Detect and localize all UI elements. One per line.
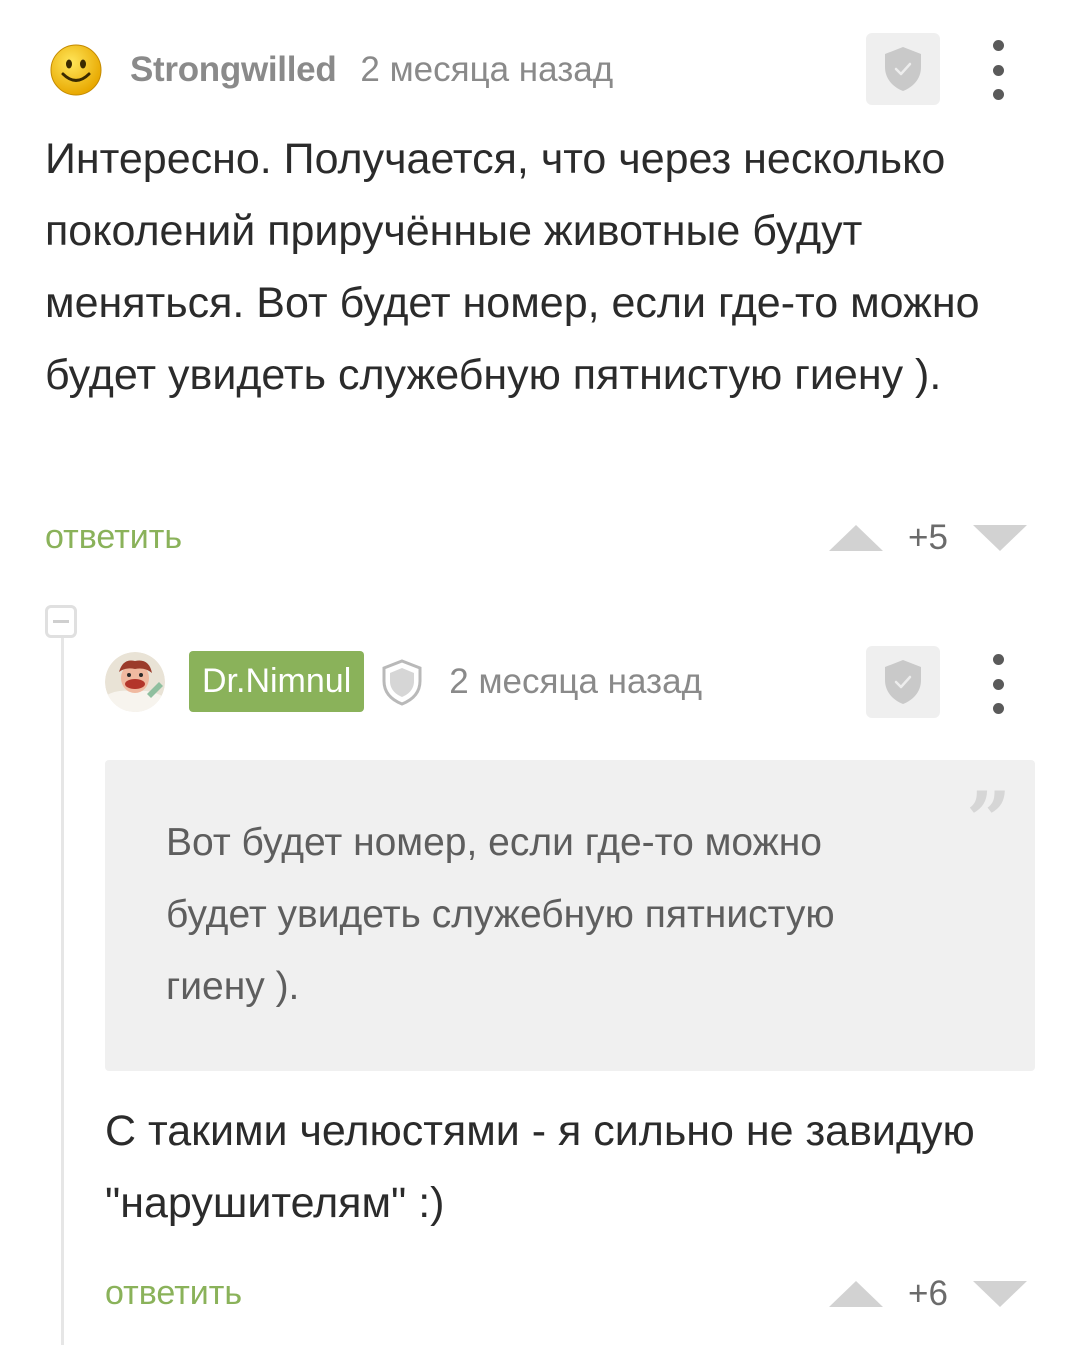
more-dot — [992, 678, 1004, 690]
thread-line[interactable] — [61, 638, 64, 1345]
more-dot — [992, 40, 1004, 51]
comment-rating: +6 — [908, 1274, 948, 1313]
moderation-button[interactable] — [866, 33, 940, 105]
comment-author[interactable]: Strongwilled — [130, 50, 337, 90]
upvote-icon[interactable] — [828, 524, 884, 552]
comment-author[interactable]: Dr.Nimnul — [189, 651, 365, 712]
reply-link[interactable]: ответить — [45, 518, 182, 557]
quote-block: ” Вот будет номер, если где-то можно буд… — [105, 760, 1035, 1071]
vote-controls: +6 — [828, 1272, 1028, 1316]
comment-text: Интересно. Получается, что через несколь… — [45, 135, 980, 399]
shield-check-icon — [885, 47, 921, 91]
collapse-thread-button[interactable] — [45, 605, 77, 638]
more-dot — [992, 703, 1004, 714]
smiley-avatar[interactable] — [50, 44, 102, 96]
upvote-icon[interactable] — [828, 1280, 884, 1308]
comment-rating: +5 — [908, 518, 948, 557]
quote-text: Вот будет номер, если где-то можно будет… — [166, 821, 835, 1008]
more-dot — [992, 64, 1004, 76]
more-dot — [992, 654, 1004, 665]
moderator-shield-icon — [382, 658, 422, 706]
comment-header: Dr.Nimnul 2 месяца назад — [105, 651, 702, 712]
vote-controls: +5 — [828, 516, 1028, 560]
more-dot — [992, 89, 1004, 100]
quote-mark-icon: ” — [966, 775, 1011, 866]
more-options-button[interactable] — [986, 40, 1010, 100]
minus-icon — [53, 620, 69, 623]
comment-header: Strongwilled 2 месяца назад — [50, 44, 613, 96]
reply-link[interactable]: ответить — [105, 1274, 242, 1313]
downvote-icon[interactable] — [972, 1280, 1028, 1308]
comment-timestamp: 2 месяца назад — [360, 50, 614, 89]
comment-timestamp: 2 месяца назад — [449, 661, 702, 701]
comment-text: С такими челюстями - я сильно не завидую… — [105, 1107, 975, 1227]
shield-check-icon — [885, 660, 921, 704]
cartoon-scientist-avatar[interactable] — [105, 651, 165, 712]
downvote-icon[interactable] — [972, 524, 1028, 552]
more-options-button[interactable] — [986, 654, 1010, 714]
moderation-button[interactable] — [866, 646, 940, 718]
